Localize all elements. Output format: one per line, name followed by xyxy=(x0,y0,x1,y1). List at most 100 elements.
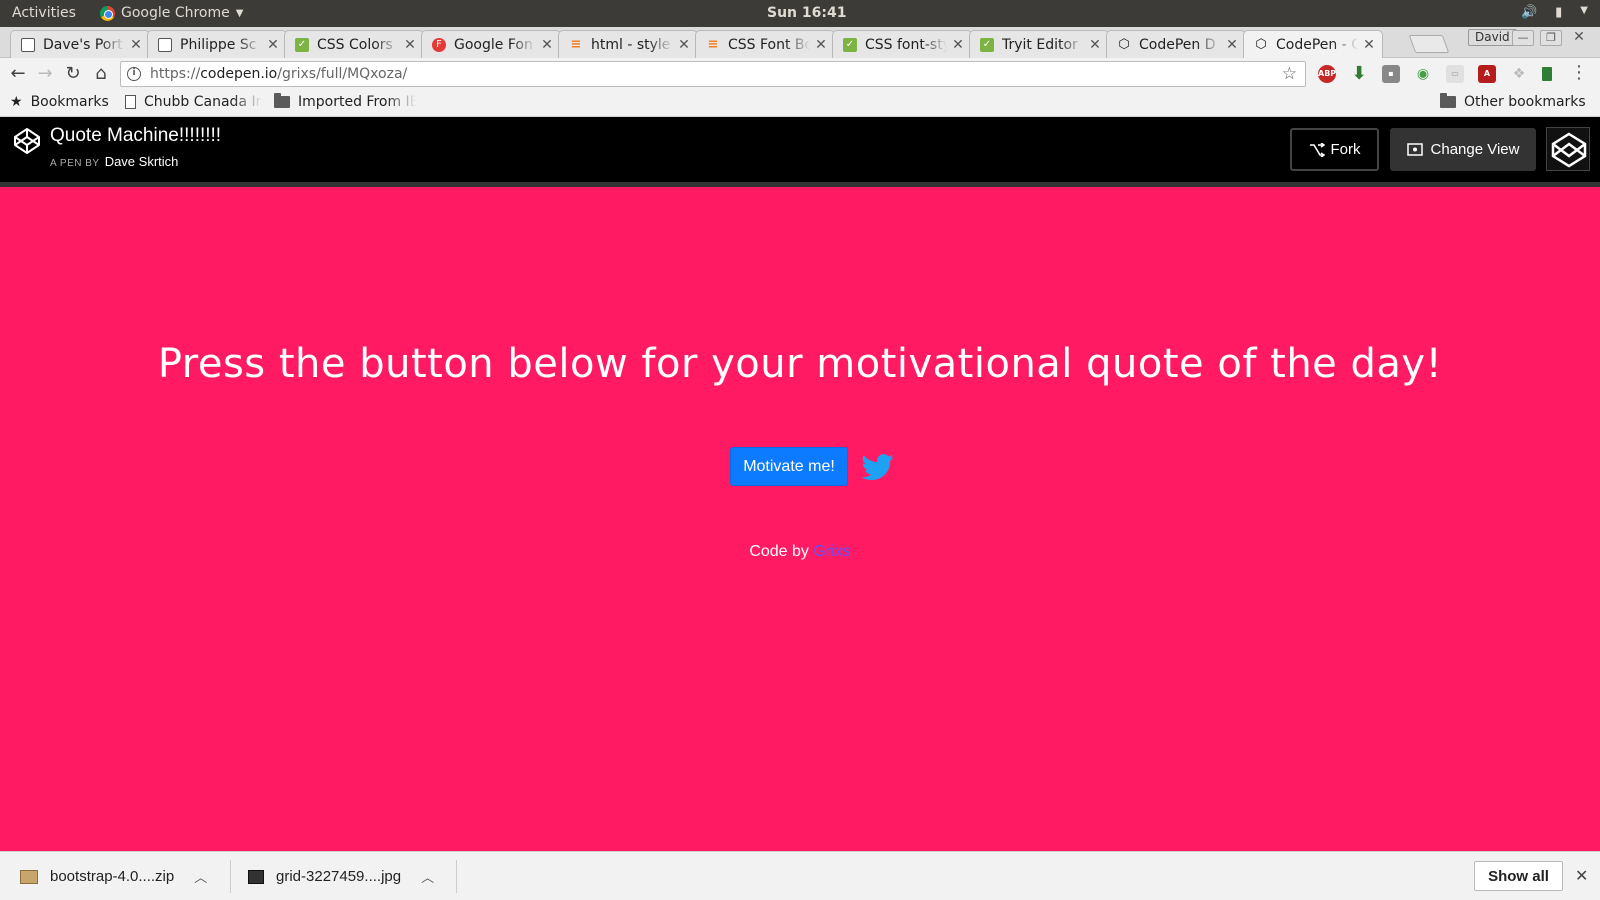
bookmarks-menu[interactable]: ★ Bookmarks xyxy=(10,94,109,110)
address-bar[interactable]: i https://codepen.io/grixs/full/MQxoza/ … xyxy=(120,61,1306,87)
browser-tab[interactable]: ⬡ CodePen D ✕ xyxy=(1106,30,1246,58)
bookmarks-bar: ★ Bookmarks Chubb Canada In Imported Fro… xyxy=(0,90,1600,117)
adblock-icon[interactable]: ABP xyxy=(1318,65,1336,83)
forward-arrow-icon[interactable]: → xyxy=(33,62,57,86)
back-arrow-icon[interactable]: ← xyxy=(6,62,30,86)
extension-icon[interactable]: ▪ xyxy=(1382,65,1400,83)
close-icon[interactable]: ✕ xyxy=(1225,37,1239,53)
home-icon[interactable]: ⌂ xyxy=(89,62,113,86)
image-file-icon xyxy=(248,869,264,884)
minimize-icon[interactable]: — xyxy=(1512,30,1534,46)
profile-badge[interactable]: David xyxy=(1468,29,1517,46)
maximize-icon[interactable]: ❐ xyxy=(1540,30,1562,46)
close-icon[interactable]: ✕ xyxy=(951,37,965,53)
user-avatar[interactable] xyxy=(1546,127,1590,171)
chevron-down-icon: ▼ xyxy=(235,7,244,19)
browser-tab-active[interactable]: ⬡ CodePen - C ✕ xyxy=(1243,30,1383,58)
other-bookmarks-folder[interactable]: Other bookmarks xyxy=(1440,93,1586,110)
site-info-icon[interactable]: i xyxy=(127,67,141,81)
browser-tab[interactable]: ✓ Tryit Editor ✕ xyxy=(969,30,1109,58)
new-tab-button[interactable] xyxy=(1408,35,1450,53)
grammarly-icon[interactable]: ◉ xyxy=(1414,65,1432,83)
chrome-menu-icon[interactable]: ⋮ xyxy=(1570,64,1588,82)
system-menu-chevron-icon[interactable]: ▼ xyxy=(1580,5,1588,20)
show-all-button[interactable]: Show all xyxy=(1474,861,1563,891)
browser-tab[interactable]: ≡ CSS Font Bo ✕ xyxy=(695,30,835,58)
codepen-icon: ⬡ xyxy=(1255,37,1267,52)
close-icon[interactable]: ✕ xyxy=(129,37,143,53)
twitter-icon[interactable] xyxy=(862,451,894,483)
w3schools-icon: ✓ xyxy=(843,37,857,52)
change-view-label: Change View xyxy=(1430,141,1520,158)
browser-tab[interactable]: ✓ CSS font-sty ✕ xyxy=(832,30,972,58)
browser-tab[interactable]: ≡ html - style ✕ xyxy=(558,30,698,58)
action-row: Motivate me! xyxy=(0,447,1600,486)
extension-icon[interactable]: ▭ xyxy=(1446,65,1464,83)
tab-title: CodePen D xyxy=(1139,36,1216,53)
close-icon[interactable]: ✕ xyxy=(1362,37,1376,53)
download-item[interactable]: grid-3227459....jpg ︿ xyxy=(248,852,434,900)
motivate-button[interactable]: Motivate me! xyxy=(730,447,848,486)
chevron-up-icon[interactable]: ︿ xyxy=(421,867,434,886)
browser-tab[interactable]: Dave's Port ✕ xyxy=(10,30,150,58)
activities-button[interactable]: Activities xyxy=(12,5,76,21)
stackoverflow-icon: ≡ xyxy=(570,37,582,52)
download-arrow-icon[interactable]: ⬇ xyxy=(1350,65,1368,83)
dropbox-icon[interactable]: ❖ xyxy=(1510,65,1528,83)
zip-file-icon xyxy=(20,869,38,884)
close-icon[interactable]: ✕ xyxy=(1088,37,1102,53)
battery-icon[interactable]: ▮ xyxy=(1555,5,1562,20)
author-link[interactable]: Dave Skrtich xyxy=(105,154,179,169)
close-icon[interactable]: ✕ xyxy=(814,37,828,53)
url-text[interactable]: https://codepen.io/grixs/full/MQxoza/ xyxy=(150,66,407,82)
bookmark-item[interactable]: Chubb Canada In xyxy=(125,94,262,110)
doc-icon xyxy=(21,37,35,52)
app-menu[interactable]: Google Chrome ▼ xyxy=(100,5,243,21)
close-icon[interactable]: ✕ xyxy=(1575,866,1588,885)
google-fonts-icon: F xyxy=(432,37,446,52)
codepen-logo-icon[interactable] xyxy=(13,127,41,155)
bookmark-star-icon[interactable]: ☆ xyxy=(1282,64,1297,84)
reload-icon[interactable]: ↻ xyxy=(61,62,85,86)
system-tray[interactable]: 🔊 ▮ ▼ xyxy=(1521,5,1588,20)
bookmark-folder-label: Imported From IE xyxy=(298,94,416,110)
browser-tab[interactable]: Philippe Sc ✕ xyxy=(147,30,287,58)
close-icon[interactable]: ✕ xyxy=(540,37,554,53)
tab-title: Google Fon xyxy=(454,36,533,53)
fork-icon xyxy=(1309,142,1325,157)
stackoverflow-icon: ≡ xyxy=(707,37,719,52)
volume-icon[interactable]: 🔊 xyxy=(1521,5,1537,20)
browser-tab[interactable]: ✓ CSS Colors ✕ xyxy=(284,30,424,58)
extensions-bar: ABP ⬇ ▪ ◉ ▭ A ❖ xyxy=(1318,65,1552,83)
bookmarks-label: Bookmarks xyxy=(30,94,109,110)
close-icon[interactable]: ✕ xyxy=(403,37,417,53)
other-bookmarks-label: Other bookmarks xyxy=(1464,94,1586,110)
w3schools-icon: ✓ xyxy=(295,37,309,52)
codepen-header: Quote Machine!!!!!!!! A PEN BY Dave Skrt… xyxy=(0,117,1600,182)
close-icon[interactable]: ✕ xyxy=(677,37,691,53)
author-credit-link[interactable]: Grixs xyxy=(813,543,850,560)
bookmark-folder[interactable]: Imported From IE xyxy=(274,93,416,110)
url-path: /grixs/full/MQxoza/ xyxy=(277,66,408,82)
fork-button[interactable]: Fork xyxy=(1290,128,1379,171)
tab-title: Dave's Port xyxy=(43,36,123,53)
window-close-icon[interactable]: ✕ xyxy=(1568,30,1590,46)
battery-extension-icon[interactable] xyxy=(1542,67,1552,81)
folder-icon xyxy=(274,93,290,108)
download-item[interactable]: bootstrap-4.0....zip ︿ xyxy=(20,852,207,900)
browser-tab[interactable]: F Google Fon ✕ xyxy=(421,30,561,58)
clock[interactable]: Sun 16:41 xyxy=(767,5,846,21)
change-view-button[interactable]: Change View xyxy=(1390,128,1536,171)
pdf-icon[interactable]: A xyxy=(1478,65,1496,83)
tab-title: CSS Colors xyxy=(317,36,393,53)
os-top-panel: Activities Google Chrome ▼ Sun 16:41 🔊 ▮… xyxy=(0,0,1600,27)
doc-icon xyxy=(158,37,172,52)
fork-label: Fork xyxy=(1330,141,1361,158)
pen-byline: A PEN BY Dave Skrtich xyxy=(50,154,178,169)
close-icon[interactable]: ✕ xyxy=(266,37,280,53)
app-menu-label: Google Chrome xyxy=(121,5,230,21)
download-filename: bootstrap-4.0....zip xyxy=(50,868,175,885)
credit-line: Code by Grixs xyxy=(0,543,1600,561)
chevron-up-icon[interactable]: ︿ xyxy=(194,867,207,886)
tab-title: Philippe Sc xyxy=(180,36,257,53)
